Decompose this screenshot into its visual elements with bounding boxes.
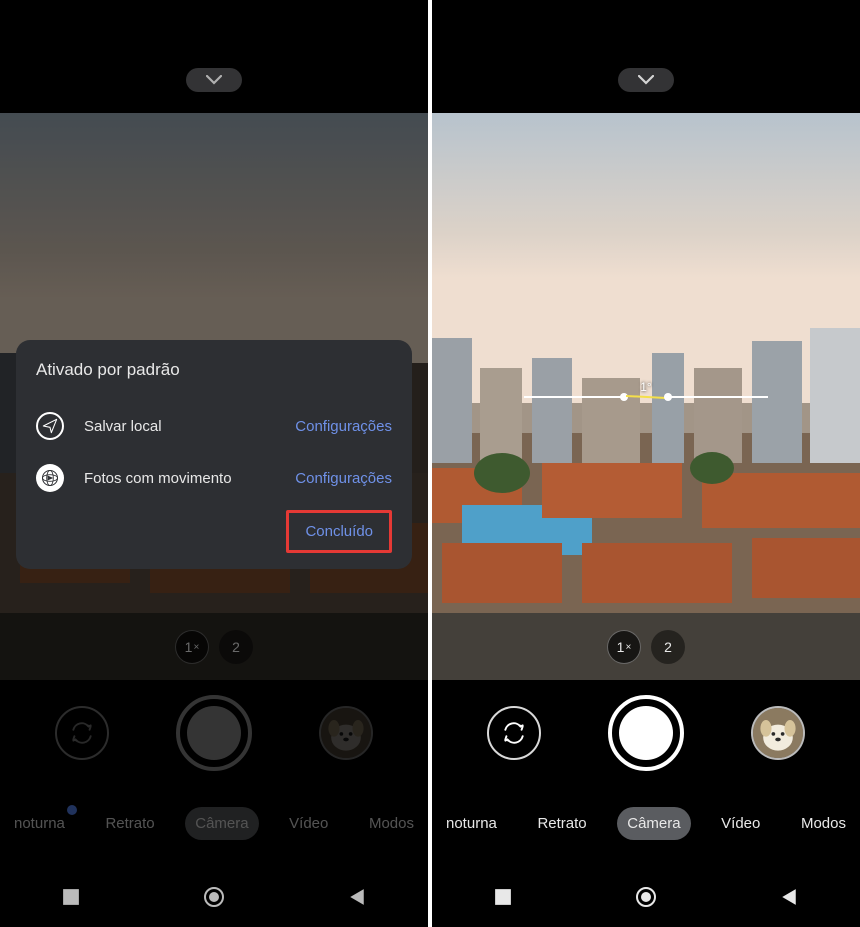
level-indicator: 1°	[524, 396, 768, 398]
camera-controls-row	[432, 680, 860, 785]
gallery-last-photo-button[interactable]	[751, 706, 805, 760]
back-triangle-icon	[348, 888, 366, 906]
chevron-down-icon	[206, 75, 222, 85]
shutter-inner	[619, 706, 673, 760]
flip-camera-icon	[501, 720, 527, 746]
nav-back-button[interactable]	[348, 888, 366, 906]
switch-camera-button[interactable]	[487, 706, 541, 760]
screen-right: 1° 1× 2	[432, 0, 860, 927]
nav-home-button[interactable]	[203, 886, 225, 908]
home-circle-icon	[203, 886, 225, 908]
level-degree-label: 1°	[640, 380, 651, 394]
square-icon	[494, 888, 512, 906]
nav-recents-button[interactable]	[494, 888, 512, 906]
zoom-1x-label: 1	[617, 639, 625, 655]
dialog-title: Ativado por padrão	[36, 360, 392, 380]
mode-camera[interactable]: Câmera	[617, 807, 690, 840]
quick-settings-pill[interactable]	[186, 68, 242, 92]
dialog-row-label: Fotos com movimento	[84, 470, 275, 487]
nav-back-button[interactable]	[780, 888, 798, 906]
dialog-footer: Concluído	[36, 510, 392, 553]
mode-retrato[interactable]: Retrato	[527, 807, 596, 840]
camera-mode-row: noturna Retrato Câmera Vídeo Modos	[432, 790, 860, 856]
shutter-button[interactable]	[608, 695, 684, 771]
android-nav-bar	[0, 867, 428, 927]
android-nav-bar	[432, 867, 860, 927]
camera-viewfinder[interactable]: 1° 1× 2	[432, 113, 860, 680]
dialog-row-settings-link[interactable]: Configurações	[295, 470, 392, 487]
zoom-1x-chip[interactable]: 1×	[607, 630, 641, 664]
motion-globe-icon	[36, 464, 64, 492]
nav-recents-button[interactable]	[62, 888, 80, 906]
nav-home-button[interactable]	[635, 886, 657, 908]
screen-left: 1× 2	[0, 0, 428, 927]
chevron-down-icon	[638, 75, 654, 85]
dialog-row-save-location: Salvar local Configurações	[36, 400, 392, 452]
zoom-selector: 1× 2	[171, 626, 257, 668]
mode-video[interactable]: Vídeo	[711, 807, 770, 840]
mode-noturna[interactable]: noturna	[436, 807, 507, 840]
zoom-1x-label: 1	[185, 639, 193, 655]
enabled-by-default-dialog: Ativado por padrão Salvar local Configur…	[16, 340, 412, 569]
dialog-row-settings-link[interactable]: Configurações	[295, 418, 392, 435]
mode-modos[interactable]: Modos	[791, 807, 856, 840]
home-circle-icon	[635, 886, 657, 908]
paper-plane-icon	[36, 412, 64, 440]
dim-overlay-controls	[0, 680, 428, 866]
zoom-1x-mult: ×	[193, 642, 199, 653]
dialog-row-motion-photos: Fotos com movimento Configurações	[36, 452, 392, 504]
zoom-2-chip[interactable]: 2	[651, 630, 685, 664]
dialog-row-label: Salvar local	[84, 418, 275, 435]
dialog-done-button[interactable]: Concluído	[286, 510, 392, 553]
square-icon	[62, 888, 80, 906]
zoom-2-chip[interactable]: 2	[219, 630, 253, 664]
level-arm-right	[668, 396, 768, 398]
gallery-thumb-icon	[753, 708, 803, 758]
zoom-2-label: 2	[664, 639, 672, 655]
level-arm-left	[524, 396, 624, 398]
zoom-2-label: 2	[232, 639, 240, 655]
quick-settings-pill[interactable]	[618, 68, 674, 92]
back-triangle-icon	[780, 888, 798, 906]
zoom-1x-mult: ×	[625, 642, 631, 653]
zoom-1x-chip[interactable]: 1×	[175, 630, 209, 664]
zoom-selector: 1× 2	[603, 626, 689, 668]
